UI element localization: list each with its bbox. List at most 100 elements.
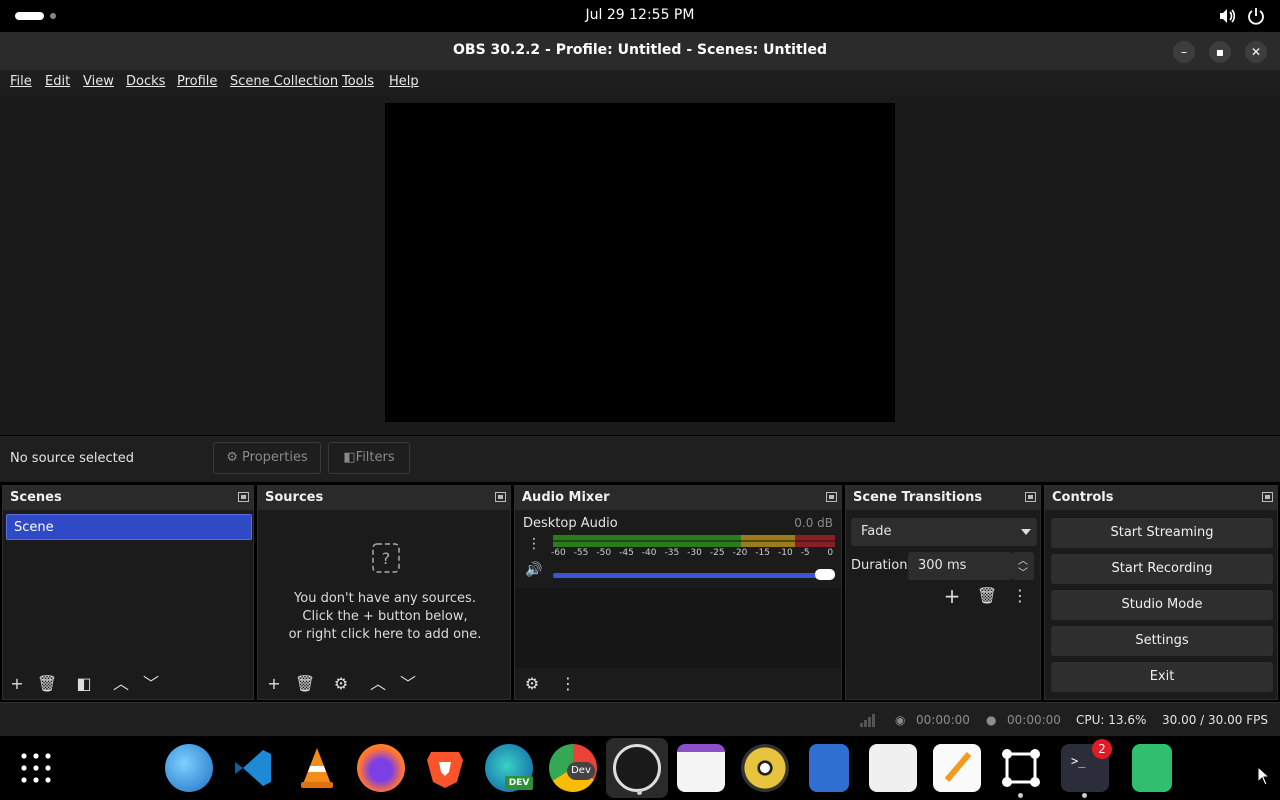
menu-tools[interactable]: Tools	[342, 74, 374, 89]
menu-edit[interactable]: Edit	[45, 74, 70, 89]
menu-bar: File Edit View Docks Profile Scene Colle…	[0, 70, 1280, 95]
filters-button[interactable]: ◧Filters	[328, 442, 410, 474]
meter-scale-label: -5	[800, 548, 810, 558]
undock-icon[interactable]	[1025, 492, 1036, 502]
rhythmbox-icon[interactable]	[741, 744, 789, 792]
vlc-icon[interactable]	[293, 744, 341, 792]
mute-button[interactable]: 🔊	[523, 559, 545, 581]
mixer-dock-header[interactable]: Audio Mixer	[515, 486, 841, 510]
minimize-button[interactable]: –	[1173, 41, 1195, 63]
meter-scale-label: -40	[641, 548, 657, 558]
mixer-menu-button[interactable]: ⋮	[557, 673, 579, 695]
files-icon[interactable]	[809, 744, 849, 792]
exit-button[interactable]: Exit	[1051, 662, 1273, 692]
properties-button[interactable]: ⚙ Properties	[213, 442, 321, 474]
menu-help[interactable]: Help	[389, 74, 419, 89]
scenes-dock: Scenes Scene + 🗑 ◧ ︿ ﹀	[2, 485, 254, 700]
edge-dev-icon[interactable]: DEV	[485, 744, 533, 792]
record-status-icon: ●	[986, 713, 997, 727]
volume-slider[interactable]	[553, 573, 835, 578]
power-icon[interactable]	[1246, 6, 1266, 26]
duration-stepper[interactable]: ︿ ﹀	[1012, 552, 1034, 580]
running-indicator	[1018, 793, 1023, 798]
properties-label: Properties	[242, 450, 308, 465]
remove-scene-button[interactable]: 🗑	[36, 673, 58, 695]
scene-transitions-dock: Scene Transitions Fade Duration 300 ms ︿…	[845, 485, 1041, 700]
scene-list-item[interactable]: Scene	[6, 514, 252, 540]
text-editor-icon[interactable]	[933, 744, 981, 792]
sources-empty-message: You don't have any sources. Click the + …	[258, 590, 512, 644]
controls-dock-header[interactable]: Controls	[1045, 486, 1277, 510]
sources-dock[interactable]: Sources ? You don't have any sources. Cl…	[257, 485, 511, 700]
undock-icon[interactable]	[495, 492, 506, 502]
undock-icon[interactable]	[826, 492, 837, 502]
trash-icon[interactable]	[1132, 744, 1172, 792]
source-properties-button[interactable]: ⚙	[330, 673, 352, 695]
channel-menu-button[interactable]: ⋮	[523, 533, 545, 555]
window-titlebar[interactable]: OBS 30.2.2 - Profile: Untitled - Scenes:…	[0, 32, 1280, 70]
transition-select-value: Fade	[861, 524, 892, 539]
move-scene-down-button[interactable]: ﹀	[140, 673, 162, 695]
stream-status-icon: ◉	[895, 713, 906, 727]
remove-source-button[interactable]: 🗑	[294, 673, 316, 695]
scenes-dock-title: Scenes	[10, 490, 62, 505]
vscode-icon[interactable]	[229, 744, 277, 792]
move-source-up-button[interactable]: ︿	[367, 673, 389, 695]
add-transition-button[interactable]: +	[941, 585, 963, 607]
question-icon: ?	[372, 543, 400, 573]
scene-filters-button[interactable]: ◧	[73, 673, 95, 695]
menu-view[interactable]: View	[83, 74, 114, 89]
signal-icon	[860, 714, 875, 727]
clock[interactable]: Jul 29 12:55 PM	[0, 7, 1280, 23]
menu-scene-collection[interactable]: Scene Collection	[230, 74, 338, 89]
meter-scale-label: -60	[551, 548, 566, 558]
sources-dock-header[interactable]: Sources	[258, 486, 510, 510]
gear-icon: ⚙	[333, 674, 349, 693]
duration-input[interactable]: 300 ms	[908, 552, 1012, 580]
add-source-button[interactable]: +	[263, 673, 285, 695]
mouse-cursor-icon	[1257, 766, 1271, 786]
start-streaming-button[interactable]: Start Streaming	[1051, 518, 1273, 548]
transitions-dock-header[interactable]: Scene Transitions	[846, 486, 1040, 510]
selected-source-label: No source selected	[10, 451, 134, 466]
app-grid-icon[interactable]	[20, 752, 52, 784]
filter-icon: ◧	[76, 674, 92, 693]
gear-icon: ⚙	[226, 450, 238, 465]
settings-button[interactable]: Settings	[1051, 626, 1273, 656]
speaker-icon: 🔊	[525, 562, 543, 578]
menu-docks[interactable]: Docks	[126, 74, 165, 89]
chrome-dev-icon[interactable]: Dev	[549, 744, 597, 792]
move-source-down-button[interactable]: ﹀	[397, 673, 419, 695]
meter-scale-label: -25	[709, 548, 725, 558]
transition-menu-button[interactable]: ⋮	[1009, 585, 1031, 607]
dock-taskbar: DEV Dev >_	[0, 736, 1280, 800]
studio-mode-button[interactable]: Studio Mode	[1051, 590, 1273, 620]
scenes-dock-header[interactable]: Scenes	[3, 486, 253, 510]
menu-profile[interactable]: Profile	[177, 74, 217, 89]
undock-icon[interactable]	[1262, 492, 1273, 502]
software-store-icon[interactable]	[869, 744, 917, 792]
preview-canvas[interactable]	[385, 103, 895, 422]
add-scene-button[interactable]: +	[6, 673, 28, 695]
svg-text:?: ?	[382, 549, 391, 568]
chevron-up-icon: ︿	[369, 674, 386, 693]
start-recording-button[interactable]: Start Recording	[1051, 554, 1273, 584]
volume-slider-handle[interactable]	[815, 569, 835, 580]
cpu-usage: CPU: 13.6%	[1076, 713, 1147, 727]
maximize-button[interactable]: ▪	[1209, 41, 1231, 63]
calendar-icon[interactable]	[677, 744, 725, 792]
volume-icon[interactable]	[1217, 6, 1237, 26]
transition-select[interactable]: Fade	[851, 518, 1037, 546]
undock-icon[interactable]	[238, 492, 249, 502]
obs-icon[interactable]	[613, 744, 661, 795]
web-browser-icon[interactable]	[165, 744, 213, 792]
screenshot-icon[interactable]	[997, 744, 1045, 798]
chevron-down-icon[interactable]: ﹀	[1018, 564, 1028, 579]
firefox-icon[interactable]	[357, 744, 405, 792]
menu-file[interactable]: File	[10, 74, 32, 89]
advanced-audio-button[interactable]: ⚙	[521, 673, 543, 695]
close-button[interactable]: ✕	[1245, 41, 1267, 63]
remove-transition-button[interactable]: 🗑	[976, 585, 998, 607]
move-scene-up-button[interactable]: ︿	[110, 673, 132, 695]
brave-icon[interactable]	[421, 744, 469, 792]
